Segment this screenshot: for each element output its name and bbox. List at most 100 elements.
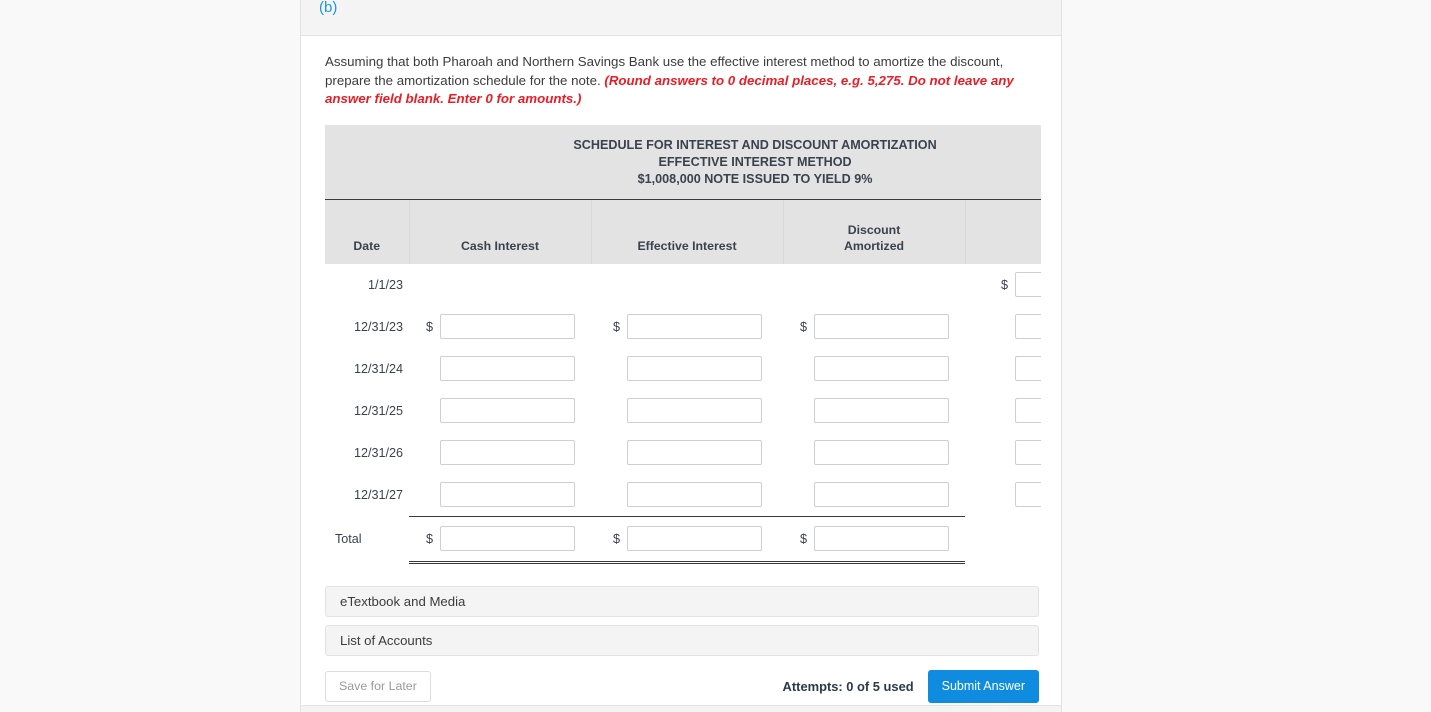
row-carrying-amount-cell: $ <box>965 432 1041 474</box>
column-header-cash-interest: Cash Interest <box>409 199 592 264</box>
next-question-card <box>300 705 1062 712</box>
input-carrying-amount-1-1-23[interactable] <box>1015 272 1041 297</box>
row-carrying-amount-cell: $ <box>965 264 1041 306</box>
row-cash-interest-cell: $ <box>409 432 591 474</box>
input-discount-amortized-12-31-27[interactable] <box>814 482 949 507</box>
question-footer: Save for Later Attempts: 0 of 5 used Sub… <box>325 669 1039 703</box>
input-discount-amortized-12-31-25[interactable] <box>814 398 949 423</box>
question-prompt: Assuming that both Pharoah and Northern … <box>325 53 1037 109</box>
input-cash-interest-12-31-27[interactable] <box>440 482 575 507</box>
row-date: 12/31/24 <box>353 361 403 376</box>
input-carrying-amount-12-31-27[interactable] <box>1015 482 1041 508</box>
row-discount-amortized-cell: $ <box>783 474 965 517</box>
row-date: 12/31/27 <box>353 487 403 502</box>
input-total-effective-interest[interactable] <box>627 526 762 551</box>
row-carrying-amount-cell: $ <box>965 474 1041 517</box>
column-header-discount-line-1: Discount <box>847 222 901 237</box>
input-cash-interest-12-31-24[interactable] <box>440 356 575 381</box>
currency-symbol: $ <box>425 319 433 334</box>
save-for-later-button[interactable]: Save for Later <box>325 670 431 702</box>
row-cash-interest-cell: $ <box>409 390 591 432</box>
accordion-list-of-accounts[interactable]: List of Accounts <box>325 624 1039 656</box>
currency-symbol: $ <box>612 531 620 546</box>
row-discount-amortized-cell <box>783 264 965 306</box>
schedule-title-line-2: EFFECTIVE INTEREST METHOD <box>658 154 852 169</box>
row-carrying-amount-cell: $ <box>965 390 1041 432</box>
amortization-schedule-scroll[interactable]: SCHEDULE FOR INTEREST AND DISCOUNT AMORT… <box>325 124 1041 564</box>
table-row: 1/1/23 $ <box>325 264 1041 306</box>
row-effective-interest-cell: $ <box>591 348 783 390</box>
row-date: 12/31/23 <box>353 319 403 334</box>
row-effective-interest-cell: $ <box>591 432 783 474</box>
row-discount-amortized-cell: $ <box>783 390 965 432</box>
schedule-title: SCHEDULE FOR INTEREST AND DISCOUNT AMORT… <box>325 124 1041 200</box>
row-discount-amortized-cell: $ <box>783 306 965 348</box>
input-effective-interest-12-31-25[interactable] <box>627 398 762 423</box>
row-cash-interest-cell: $ <box>409 306 591 348</box>
row-cash-interest-cell: $ <box>409 474 591 517</box>
table-row-total: Total $ $ $ <box>325 515 1041 564</box>
currency-symbol: $ <box>799 319 807 334</box>
column-header-carrying-amount: Car <box>965 199 1041 264</box>
currency-symbol: $ <box>425 531 433 546</box>
input-carrying-amount-12-31-24[interactable] <box>1015 356 1041 381</box>
input-effective-interest-12-31-24[interactable] <box>627 356 762 381</box>
question-card-body: Assuming that both Pharoah and Northern … <box>301 36 1061 712</box>
question-card-header: (b) <box>301 0 1061 36</box>
total-effective-interest-cell: $ <box>591 515 783 564</box>
amortization-schedule-table: SCHEDULE FOR INTEREST AND DISCOUNT AMORT… <box>325 124 1041 564</box>
table-row: 12/31/23 $ $ $ <box>325 306 1041 348</box>
input-total-discount-amortized[interactable] <box>814 526 949 551</box>
table-row: 12/31/26 $ $ $ <box>325 432 1041 474</box>
attempts-status: Attempts: 0 of 5 used <box>782 678 914 694</box>
row-date: 12/31/25 <box>353 403 403 418</box>
table-row: 12/31/24 $ $ $ <box>325 348 1041 390</box>
table-row: 12/31/25 $ $ $ <box>325 390 1041 432</box>
input-carrying-amount-12-31-23[interactable] <box>1015 314 1041 339</box>
row-effective-interest-cell: $ <box>591 306 783 348</box>
schedule-column-header-row: Date Cash Interest Effective Interest Di… <box>325 199 1041 264</box>
page-root: (b) Assuming that both Pharoah and North… <box>0 0 1431 712</box>
row-carrying-amount-cell: $ <box>965 348 1041 390</box>
input-discount-amortized-12-31-24[interactable] <box>814 356 949 381</box>
total-cash-interest-cell: $ <box>409 515 591 564</box>
row-date: 12/31/26 <box>353 445 403 460</box>
input-cash-interest-12-31-26[interactable] <box>440 440 575 465</box>
input-discount-amortized-12-31-23[interactable] <box>814 314 949 339</box>
row-cash-interest-cell <box>409 264 591 306</box>
input-effective-interest-12-31-27[interactable] <box>627 482 762 507</box>
schedule-title-row: SCHEDULE FOR INTEREST AND DISCOUNT AMORT… <box>325 124 1041 200</box>
total-carrying-amount-cell <box>965 516 1041 562</box>
column-header-discount-amortized: Discount Amortized <box>783 199 966 264</box>
table-row: 12/31/27 $ $ $ <box>325 474 1041 517</box>
row-total-label: Total <box>335 532 362 546</box>
submit-answer-button[interactable]: Submit Answer <box>927 669 1039 703</box>
row-effective-interest-cell: $ <box>591 390 783 432</box>
accordion-etextbook-and-media[interactable]: eTextbook and Media <box>325 585 1039 617</box>
row-date: 1/1/23 <box>367 277 403 292</box>
currency-symbol: $ <box>799 531 807 546</box>
column-header-discount-line-2: Amortized <box>843 238 905 253</box>
input-discount-amortized-12-31-26[interactable] <box>814 440 949 465</box>
row-effective-interest-cell: $ <box>591 474 783 517</box>
input-total-cash-interest[interactable] <box>440 526 575 551</box>
footer-right-group: Attempts: 0 of 5 used Submit Answer <box>782 669 1039 703</box>
row-discount-amortized-cell: $ <box>783 348 965 390</box>
column-header-effective-interest: Effective Interest <box>591 199 784 264</box>
row-discount-amortized-cell: $ <box>783 432 965 474</box>
schedule-title-line-3: $1,008,000 NOTE ISSUED TO YIELD 9% <box>637 171 873 186</box>
input-carrying-amount-12-31-26[interactable] <box>1015 440 1041 465</box>
currency-symbol: $ <box>1001 277 1009 292</box>
row-effective-interest-cell <box>591 264 783 306</box>
input-carrying-amount-12-31-25[interactable] <box>1015 398 1041 423</box>
schedule-title-line-1: SCHEDULE FOR INTEREST AND DISCOUNT AMORT… <box>573 137 937 152</box>
accordion-label: eTextbook and Media <box>340 593 466 609</box>
input-cash-interest-12-31-25[interactable] <box>440 398 575 423</box>
accordion-label: List of Accounts <box>340 632 433 648</box>
column-header-date: Date <box>325 199 410 264</box>
input-effective-interest-12-31-26[interactable] <box>627 440 762 465</box>
input-effective-interest-12-31-23[interactable] <box>627 314 762 339</box>
row-cash-interest-cell: $ <box>409 348 591 390</box>
input-cash-interest-12-31-23[interactable] <box>440 314 575 339</box>
question-card-b: (b) Assuming that both Pharoah and North… <box>300 0 1062 712</box>
